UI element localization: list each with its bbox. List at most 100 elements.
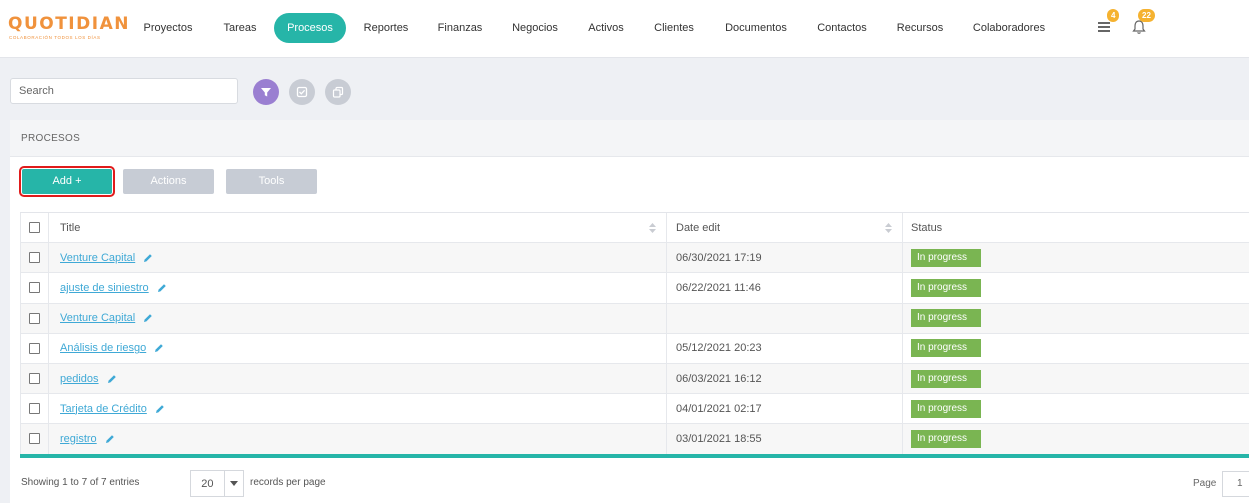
brand-logo[interactable]: QUOTIDIAN COLABORACIÓN TODOS LOS DÍAS <box>8 14 128 46</box>
row-checkbox[interactable] <box>29 252 40 264</box>
process-title-link[interactable]: Venture Capital <box>60 252 135 264</box>
column-header-title-label: Title <box>60 221 81 234</box>
title-cell: pedidos <box>48 363 666 394</box>
select-all-checkbox[interactable] <box>29 222 40 234</box>
date-edit-cell <box>666 303 902 333</box>
process-title-link[interactable]: registro <box>60 433 97 445</box>
title-cell: Análisis de riesgo <box>48 333 666 363</box>
nav-item-procesos[interactable]: Procesos <box>274 13 346 43</box>
table-row: Venture Capital In progress <box>20 303 1249 334</box>
table-row: registro 03/01/2021 18:55 In progress <box>20 424 1249 455</box>
nav-item-finanzas[interactable]: Finanzas <box>432 13 488 43</box>
nav-item-activos[interactable]: Activos <box>582 13 630 43</box>
check-circle-icon[interactable] <box>289 79 315 105</box>
pencil-icon[interactable] <box>107 374 117 384</box>
page-label: Page <box>1193 478 1217 489</box>
page-size-value: 20 <box>201 477 214 490</box>
process-title-link[interactable]: ajuste de siniestro <box>60 282 149 294</box>
table-row: ajuste de siniestro 06/22/2021 11:46 In … <box>20 273 1249 304</box>
add-button[interactable]: Add + <box>19 166 115 197</box>
nav-item-proyectos[interactable]: Proyectos <box>137 13 199 43</box>
row-checkbox[interactable] <box>29 282 40 294</box>
title-cell: Tarjeta de Crédito <box>48 394 666 424</box>
row-checkbox-cell <box>20 273 48 303</box>
process-title-link[interactable]: Análisis de riesgo <box>60 342 146 354</box>
title-cell: Venture Capital <box>48 303 666 333</box>
status-badge: In progress <box>911 429 981 448</box>
status-badge: In progress <box>911 339 981 358</box>
title-cell: registro <box>48 424 666 454</box>
notifications-count-badge: 22 <box>1138 9 1155 22</box>
pencil-icon[interactable] <box>143 253 153 263</box>
status-cell: In progress <box>902 394 1249 424</box>
process-title-link[interactable]: Venture Capital <box>60 312 135 324</box>
pencil-icon[interactable] <box>157 283 167 293</box>
procesos-panel: PROCESOS Add + Actions Tools Title Date … <box>10 120 1249 503</box>
process-title-link[interactable]: Tarjeta de Crédito <box>60 403 147 415</box>
row-checkbox[interactable] <box>29 373 40 385</box>
copy-icon[interactable] <box>325 79 351 105</box>
tools-button[interactable]: Tools <box>226 169 317 194</box>
row-checkbox-cell <box>20 303 48 333</box>
actions-button[interactable]: Actions <box>123 169 214 194</box>
page-number-input[interactable]: 1 <box>1222 471 1249 497</box>
row-checkbox[interactable] <box>29 403 40 415</box>
filter-icon[interactable] <box>253 79 279 105</box>
status-cell: In progress <box>902 303 1249 333</box>
row-checkbox-cell <box>20 394 48 424</box>
header-checkbox-cell <box>20 213 48 243</box>
status-badge: In progress <box>911 369 981 388</box>
status-cell: In progress <box>902 333 1249 363</box>
row-checkbox[interactable] <box>29 312 40 324</box>
status-cell: In progress <box>902 243 1249 273</box>
sort-icon[interactable] <box>885 223 892 233</box>
nav-item-negocios[interactable]: Negocios <box>506 13 564 43</box>
status-badge: In progress <box>911 248 981 267</box>
nav-item-recursos[interactable]: Recursos <box>890 13 950 43</box>
panel-title: PROCESOS <box>21 133 81 144</box>
pencil-icon[interactable] <box>105 434 115 444</box>
column-header-status[interactable]: Status <box>902 213 1249 243</box>
brand-logo-wordmark: QUOTIDIAN <box>8 14 130 34</box>
procesos-table: Title Date edit Status Venture Capital 0… <box>20 212 1249 455</box>
sort-icon[interactable] <box>649 223 656 233</box>
status-badge: In progress <box>911 309 981 328</box>
row-checkbox-cell <box>20 363 48 394</box>
nav-item-tareas[interactable]: Tareas <box>218 13 262 43</box>
panel-header: PROCESOS <box>10 120 1249 157</box>
nav-item-reportes[interactable]: Reportes <box>358 13 414 43</box>
table-row: Venture Capital 06/30/2021 17:19 In prog… <box>20 243 1249 274</box>
process-title-link[interactable]: pedidos <box>60 373 99 385</box>
pencil-icon[interactable] <box>155 404 165 414</box>
column-header-title[interactable]: Title <box>48 213 666 243</box>
title-cell: Venture Capital <box>48 243 666 273</box>
page-size-select[interactable]: 20 <box>190 470 244 497</box>
top-navigation-bar: QUOTIDIAN COLABORACIÓN TODOS LOS DÍAS Pr… <box>0 0 1249 58</box>
search-input[interactable] <box>10 78 238 104</box>
row-checkbox-cell <box>20 333 48 363</box>
column-header-date-edit[interactable]: Date edit <box>666 213 902 243</box>
entries-info: Showing 1 to 7 of 7 entries <box>21 477 140 488</box>
records-per-page-label: records per page <box>250 477 326 488</box>
table-row: pedidos 06/03/2021 16:12 In progress <box>20 363 1249 395</box>
date-edit-cell: 06/30/2021 17:19 <box>666 243 902 273</box>
column-header-status-label: Status <box>911 221 943 234</box>
row-checkbox[interactable] <box>29 342 40 354</box>
chevron-down-icon[interactable] <box>223 471 243 496</box>
row-checkbox[interactable] <box>29 433 40 445</box>
nav-item-contactos[interactable]: Contactos <box>812 13 872 43</box>
pencil-icon[interactable] <box>154 343 164 353</box>
nav-item-clientes[interactable]: Clientes <box>648 13 700 43</box>
nav-item-colaboradores[interactable]: Colaboradores <box>968 13 1050 43</box>
date-edit-cell: 06/22/2021 11:46 <box>666 273 902 303</box>
table-row: Tarjeta de Crédito 04/01/2021 02:17 In p… <box>20 394 1249 425</box>
nav-item-documentos[interactable]: Documentos <box>718 13 794 43</box>
status-cell: In progress <box>902 363 1249 394</box>
date-edit-cell: 04/01/2021 02:17 <box>666 394 902 424</box>
title-cell: ajuste de siniestro <box>48 273 666 303</box>
table-row: Análisis de riesgo 05/12/2021 20:23 In p… <box>20 333 1249 364</box>
pencil-icon[interactable] <box>143 313 153 323</box>
date-edit-cell: 06/03/2021 16:12 <box>666 363 902 394</box>
status-badge: In progress <box>911 399 981 418</box>
status-badge: In progress <box>911 278 981 297</box>
